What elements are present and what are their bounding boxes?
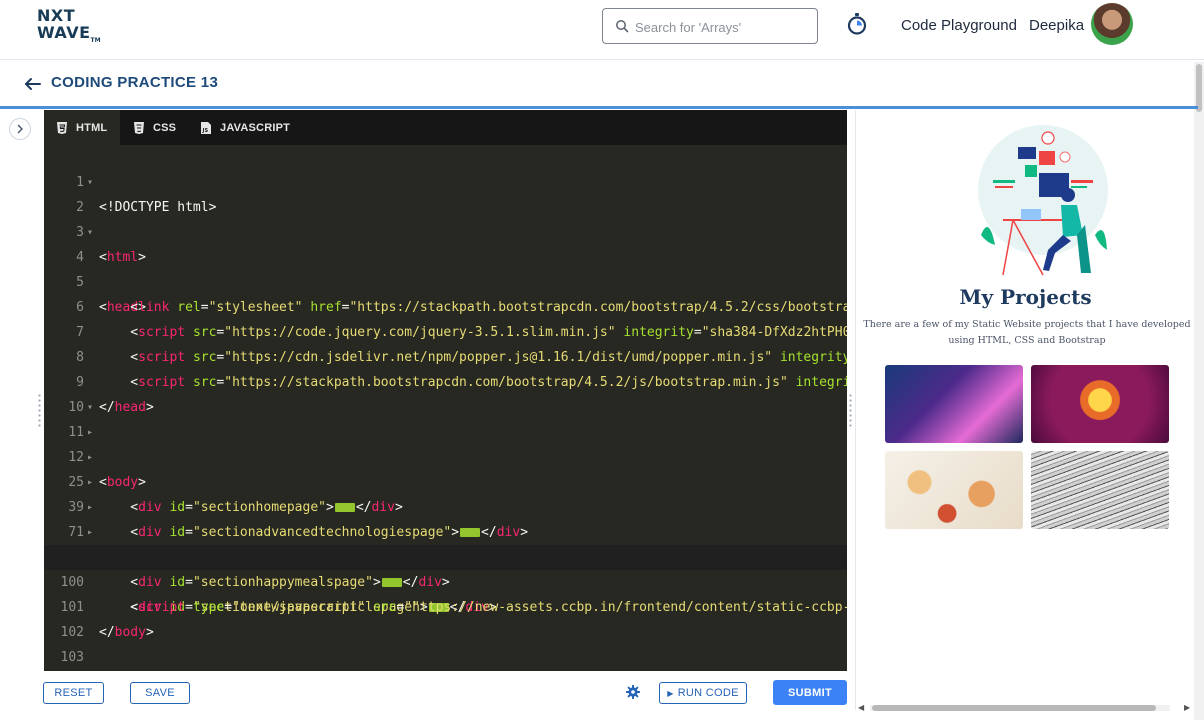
developer-illustration xyxy=(978,125,1108,276)
search-input[interactable] xyxy=(635,17,810,37)
search-icon xyxy=(616,20,629,33)
code-playground-link[interactable]: Code Playground xyxy=(901,17,1017,34)
code-line[interactable]: 25 ▸ <div id="sectionadvancedtechnologie… xyxy=(44,445,847,540)
line-number: 103 xyxy=(60,650,84,665)
nxtwave-logo[interactable]: NXT WAVETM xyxy=(37,6,107,45)
fold-chevron-icon[interactable]: ▸ xyxy=(87,470,93,495)
code-line[interactable]: 2 ▾ <html> xyxy=(44,170,847,265)
page-scrollbar-thumb[interactable] xyxy=(1196,64,1202,112)
left-resize-handle[interactable] xyxy=(38,393,41,427)
tab-javascript[interactable]: JS JAVASCRIPT xyxy=(200,110,300,145)
code-line[interactable]: 6 <script src="https://code.jquery.com/j… xyxy=(44,270,847,340)
tab-javascript-label: JAVASCRIPT xyxy=(220,121,291,134)
logo-line-2: WAVETM xyxy=(37,25,107,49)
advanced-technologies-thumbnail[interactable] xyxy=(885,365,1023,443)
code-line[interactable]: 3 xyxy=(44,195,847,240)
code-line[interactable]: 11 ▾ <body> xyxy=(44,395,847,490)
js-file-icon: JS xyxy=(201,121,211,134)
tab-css-label: CSS xyxy=(153,121,177,134)
logo-wave-text: WAVE xyxy=(37,23,91,42)
avatar[interactable] xyxy=(1091,3,1133,45)
scroll-thumb[interactable] xyxy=(872,705,1156,711)
code-line[interactable]: 39 ▸ <div id="sectiondiwalipage"></div> xyxy=(44,470,847,565)
tab-css[interactable]: CSS xyxy=(133,110,193,145)
fold-chevron-icon[interactable]: ▸ xyxy=(87,495,93,520)
page-title: CODING PRACTICE 13 xyxy=(51,74,219,91)
run-code-button[interactable]: ▶ RUN CODE xyxy=(659,682,747,704)
code-line[interactable]: 10 xyxy=(44,370,847,415)
html5-icon xyxy=(57,121,67,134)
editor-tabs: HTML CSS JS JAVASCRIPT xyxy=(44,110,847,145)
code-line-current[interactable]: 100 <script type="text/javascript" src="… xyxy=(44,545,847,615)
happy-meals-thumbnail[interactable] xyxy=(885,451,1023,529)
scroll-left-arrow-icon[interactable]: ◀ xyxy=(858,703,864,712)
search-box[interactable] xyxy=(602,8,818,44)
fold-chevron-icon[interactable]: ▸ xyxy=(87,420,93,445)
play-icon: ▶ xyxy=(667,688,674,698)
fold-chevron-icon[interactable]: ▾ xyxy=(87,395,93,420)
code-line[interactable]: 8 <script src="https://stackpath.bootstr… xyxy=(44,320,847,390)
panel-resize-handle[interactable] xyxy=(849,393,852,427)
output-preview[interactable]: My Projects There are a few of my Static… xyxy=(855,110,1194,710)
drag-dots-icon xyxy=(849,393,852,427)
page-scrollbar[interactable] xyxy=(1194,62,1204,720)
code-line[interactable]: 102 xyxy=(44,595,847,640)
fold-chevron-icon[interactable]: ▸ xyxy=(87,520,93,545)
code-line[interactable]: 101 </body> xyxy=(44,570,847,640)
fold-chevron-icon[interactable]: ▸ xyxy=(87,445,93,470)
fold-chevron-icon[interactable]: ▾ xyxy=(87,170,93,195)
drag-dots-icon xyxy=(38,393,41,427)
progress-divider xyxy=(0,106,1198,109)
logo-tm: TM xyxy=(90,37,101,45)
run-code-label: RUN CODE xyxy=(677,687,739,699)
css3-icon xyxy=(134,121,144,134)
newspaper-thumbnail[interactable] xyxy=(1031,451,1169,529)
code-editor[interactable]: HTML CSS JS JAVASCRIPT 1 <!DOCTYPE html>… xyxy=(44,110,847,671)
expand-sidebar-button[interactable] xyxy=(9,118,31,140)
practice-header: CODING PRACTICE 13 xyxy=(0,60,1194,106)
scroll-right-arrow-icon[interactable]: ▶ xyxy=(1184,703,1190,712)
tab-html-label: HTML xyxy=(76,121,108,134)
svg-text:JS: JS xyxy=(202,128,209,134)
code-line[interactable]: 103 </html> xyxy=(44,620,847,665)
preview-horizontal-scrollbar[interactable]: ◀ ▶ xyxy=(858,702,1194,712)
diwali-thumbnail[interactable] xyxy=(1031,365,1169,443)
gear-icon[interactable] xyxy=(626,685,640,699)
logo-line-1: NXT xyxy=(37,6,76,25)
tab-html[interactable]: HTML xyxy=(44,110,120,145)
code-line[interactable]: 1 <!DOCTYPE html> xyxy=(44,145,847,215)
projects-description: There are a few of my Static Website pro… xyxy=(863,319,1191,346)
submit-button[interactable]: SUBMIT xyxy=(773,680,847,705)
projects-heading: My Projects xyxy=(959,285,1092,309)
stopwatch-icon[interactable] xyxy=(846,12,868,36)
chevron-right-icon xyxy=(17,124,23,134)
code-line[interactable]: 9 </head> xyxy=(44,345,847,415)
code-line[interactable]: 83 ▸ <div id="sectionnewspaperarticlepag… xyxy=(44,520,847,615)
username[interactable]: Deepika xyxy=(1029,17,1084,34)
save-button[interactable]: SAVE xyxy=(130,682,190,704)
code-line[interactable]: 4 ▾ <head> xyxy=(44,220,847,315)
back-arrow-icon[interactable] xyxy=(23,74,43,94)
top-navbar: NXT WAVETM Code Playground Deepika xyxy=(0,0,1204,60)
code-line[interactable]: 71 ▸ <div id="sectionhappymealspage"> </d… xyxy=(44,495,847,590)
reset-button[interactable]: RESET xyxy=(43,682,104,704)
code-line[interactable]: 12 ▸ <div id="sectionhomepage"> </div> xyxy=(44,420,847,515)
code-line[interactable]: 5 <link rel="stylesheet" href="https://s… xyxy=(44,245,847,315)
fold-chevron-icon[interactable]: ▾ xyxy=(87,220,93,245)
code-line[interactable]: 7 <script src="https://cdn.jsdelivr.net/… xyxy=(44,295,847,365)
